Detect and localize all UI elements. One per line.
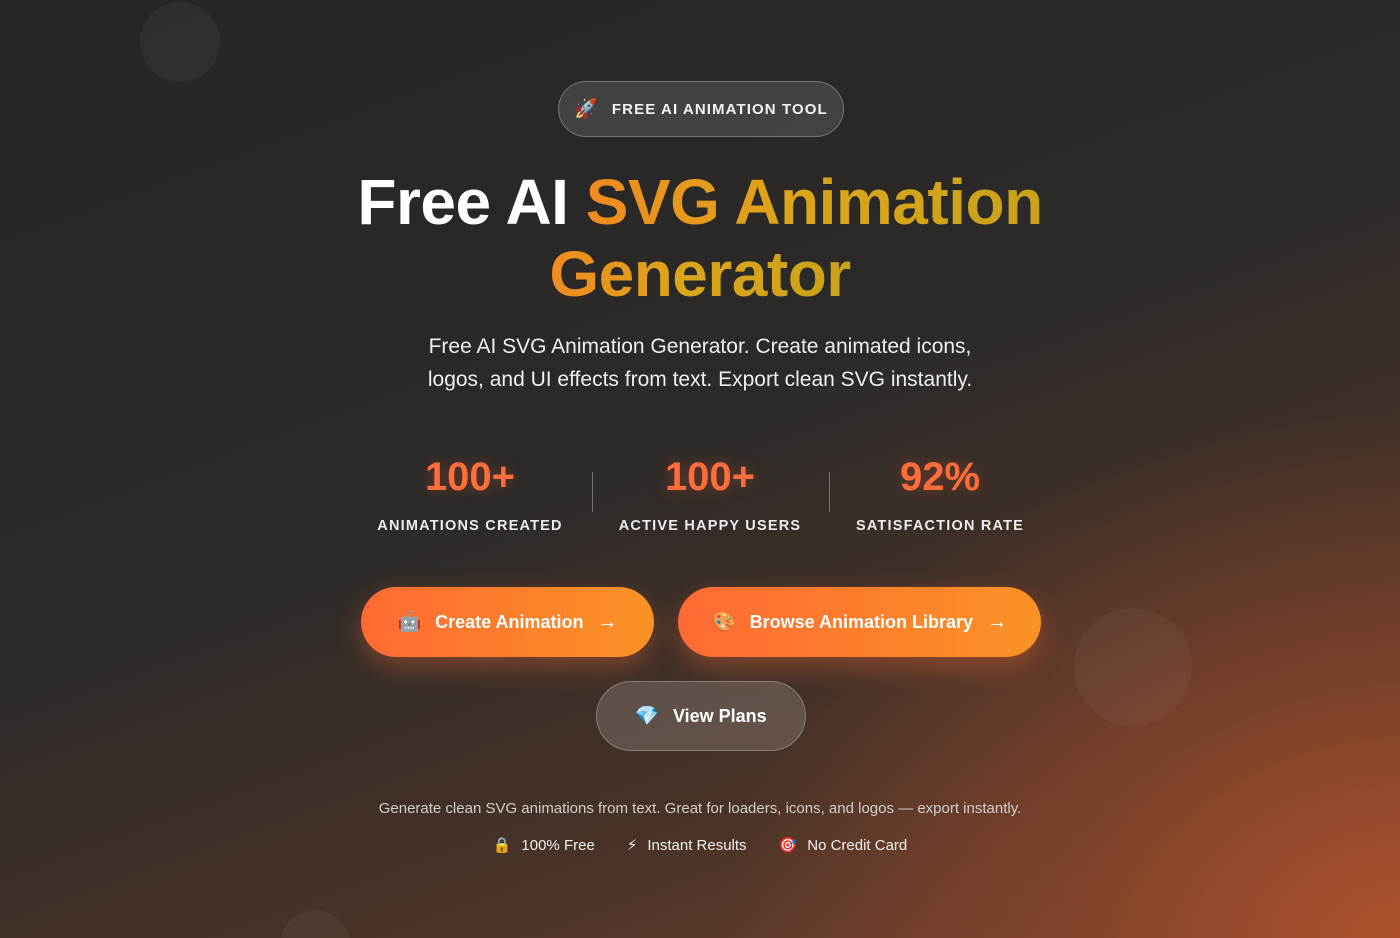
hero-subtitle: Free AI SVG Animation Generator. Create …: [400, 330, 1000, 396]
badge-label: FREE AI ANIMATION TOOL: [611, 100, 828, 118]
stat-animations-created: 100+ ANIMATIONS CREATED: [370, 450, 570, 534]
stat-label: ANIMATIONS CREATED: [377, 518, 563, 534]
stat-label: ACTIVE HAPPY USERS: [618, 518, 802, 534]
lightning-icon: ⚡: [626, 837, 638, 854]
tool-badge: 🚀 FREE AI ANIMATION TOOL: [558, 81, 844, 137]
feature-label: Instant Results: [647, 836, 747, 854]
arrow-right-icon: →: [597, 610, 618, 633]
feature-list: 🔒 100% Free ⚡ Instant Results 🎯 No Credi…: [0, 834, 1400, 856]
footer-description: Generate clean SVG animations from text.…: [378, 800, 1022, 817]
feature-no-credit-card: 🎯 No Credit Card: [779, 834, 908, 856]
stat-satisfaction-rate: 92% SATISFACTION RATE: [840, 450, 1040, 534]
create-animation-button[interactable]: 🤖 Create Animation →: [361, 587, 654, 657]
page-title: Free AI SVG Animation Generator: [0, 166, 1400, 310]
target-icon: 🎯: [778, 837, 798, 854]
create-animation-label: Create Animation: [435, 611, 584, 632]
feature-free: 🔒 100% Free: [493, 834, 595, 856]
rocket-icon: 🚀: [574, 98, 598, 120]
arrow-right-icon: →: [987, 610, 1008, 633]
stats-row: 100+ ANIMATIONS CREATED 100+ ACTIVE HAPP…: [0, 450, 1400, 550]
stat-label: SATISFACTION RATE: [855, 518, 1025, 534]
view-plans-button[interactable]: 💎 View Plans: [596, 681, 806, 751]
gem-icon: 💎: [635, 705, 659, 727]
stat-value: 100+: [664, 455, 756, 499]
title-highlight-line2: Generator: [549, 238, 851, 310]
title-plain: Free AI: [357, 166, 586, 238]
subtitle-line-2: logos, and UI effects from text. Export …: [427, 368, 973, 391]
stat-value: 100+: [424, 455, 516, 499]
lock-icon: 🔒: [492, 837, 512, 854]
stat-divider: [592, 472, 593, 512]
view-plans-label: View Plans: [672, 705, 767, 726]
title-highlight: SVG Animation: [585, 166, 1043, 238]
stat-active-users: 100+ ACTIVE HAPPY USERS: [610, 450, 810, 534]
subtitle-line-1: Free AI SVG Animation Generator. Create …: [428, 335, 972, 358]
robot-icon: 🤖: [397, 611, 422, 633]
browse-library-label: Browse Animation Library: [749, 611, 974, 632]
stat-divider: [829, 472, 830, 512]
feature-label: No Credit Card: [807, 836, 908, 854]
feature-label: 100% Free: [521, 836, 595, 854]
stat-value: 92%: [899, 455, 981, 499]
feature-instant: ⚡ Instant Results: [627, 834, 747, 856]
browse-library-button[interactable]: 🎨 Browse Animation Library →: [678, 587, 1041, 657]
hero-section: 🚀 FREE AI ANIMATION TOOL Free AI SVG Ani…: [0, 0, 1400, 938]
palette-icon: 🎨: [711, 611, 736, 633]
